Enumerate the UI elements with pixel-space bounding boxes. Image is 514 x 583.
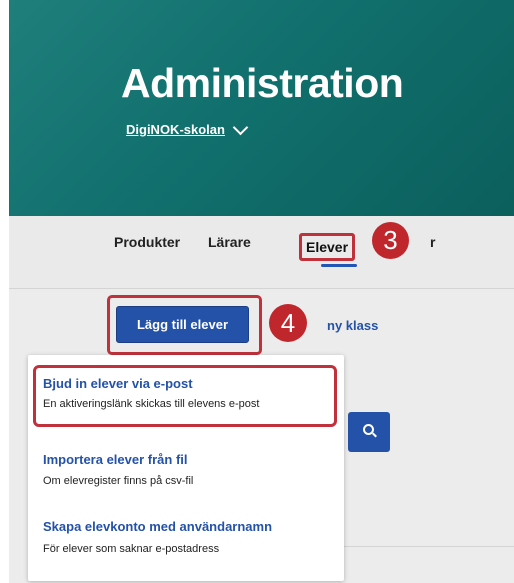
page-title: Administration <box>121 60 404 106</box>
search-button[interactable] <box>348 412 390 452</box>
step-4-badge: 4 <box>269 304 307 342</box>
chevron-down-icon <box>232 119 249 135</box>
tab-produkter[interactable]: Produkter <box>114 234 180 250</box>
active-tab-indicator <box>321 264 357 267</box>
step-3-badge: 3 <box>372 222 409 259</box>
tab-partial[interactable]: r <box>430 234 435 250</box>
tab-bar: Produkter Lärare Elever r <box>9 216 514 289</box>
add-students-dropdown: Bjud in elever via e-post En aktiverings… <box>28 355 344 581</box>
school-name: DigiNOK-skolan <box>126 122 225 137</box>
page-header: Administration DigiNOK-skolan <box>9 0 514 216</box>
option-create-username-title[interactable]: Skapa elevkonto med användarnamn <box>43 519 272 534</box>
tab-elever[interactable]: Elever <box>299 233 356 261</box>
option-invite-email-description: En aktiveringslänk skickas till elevens … <box>43 398 260 410</box>
option-invite-email-title[interactable]: Bjud in elever via e-post <box>43 376 193 391</box>
option-create-username-description: För elever som saknar e-postadress <box>43 543 220 555</box>
tab-larare[interactable]: Lärare <box>208 234 251 250</box>
app-frame: Administration DigiNOK-skolan Produkter … <box>0 0 514 583</box>
option-import-file-title[interactable]: Importera elever från fil <box>43 452 188 467</box>
option-import-file-description: Om elevregister finns på csv-fil <box>43 475 194 487</box>
divider <box>330 546 514 547</box>
school-selector[interactable]: DigiNOK-skolan <box>126 119 249 137</box>
add-students-highlight: Lägg till elever <box>107 295 262 355</box>
option-highlight <box>33 365 337 427</box>
left-margin <box>0 0 9 583</box>
new-class-link[interactable]: ny klass <box>327 318 378 333</box>
add-students-button[interactable]: Lägg till elever <box>116 306 249 343</box>
search-icon-handle <box>372 432 377 438</box>
